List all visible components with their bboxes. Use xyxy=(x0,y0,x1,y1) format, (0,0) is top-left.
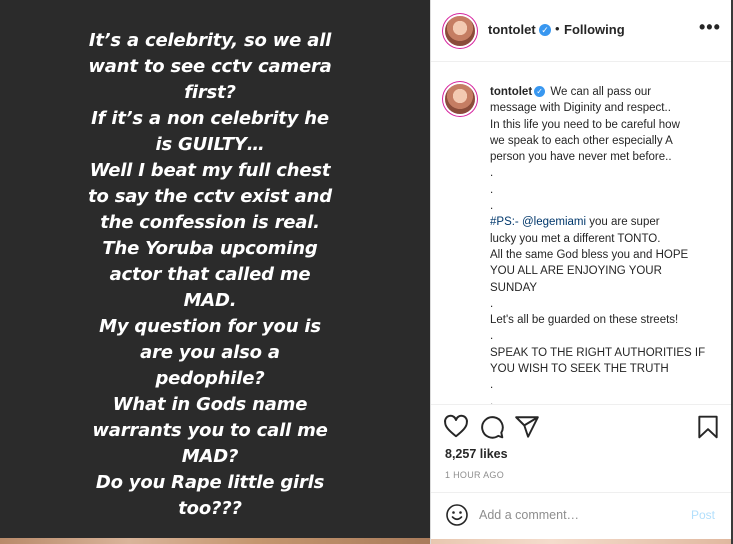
caption-line: we speak to each other especially A xyxy=(490,134,673,147)
story-line: too??? xyxy=(178,498,242,519)
heart-icon[interactable] xyxy=(443,414,469,440)
caption-line: . xyxy=(490,330,494,343)
story-line: The Yoruba upcoming xyxy=(102,238,318,259)
post-button[interactable]: Post xyxy=(691,508,715,522)
share-icon[interactable] xyxy=(514,414,540,440)
story-line: the confession is real. xyxy=(100,212,320,233)
story-line: What in Gods name xyxy=(112,394,308,415)
caption-line: . xyxy=(490,297,494,310)
post-caption: tontolet ✓ We can all pass our message wi… xyxy=(490,84,722,410)
story-line: to say the cctv exist and xyxy=(88,186,332,207)
emoji-icon[interactable] xyxy=(445,503,469,527)
story-line: is GUILTY… xyxy=(155,134,265,155)
avatar[interactable] xyxy=(445,16,475,46)
caption-line: lucky you met a different TONTO. xyxy=(490,232,661,245)
story-text: It’s a celebrity, so we all want to see c… xyxy=(0,28,420,522)
story-line: are you also a xyxy=(140,342,280,363)
story-line: want to see cctv camera xyxy=(88,56,332,77)
story-line: pedophile? xyxy=(155,368,265,389)
caption-line: SPEAK TO THE RIGHT AUTHORITIES IF xyxy=(490,346,706,359)
story-line: It’s a celebrity, so we all xyxy=(88,30,332,51)
story-line: If it’s a non celebrity he xyxy=(91,108,329,129)
story-line: MAD? xyxy=(181,446,239,467)
story-line: actor that called me xyxy=(109,264,311,285)
header-username[interactable]: tontolet xyxy=(488,22,536,37)
caption-line: . xyxy=(490,395,494,408)
caption-line: person you have never met before.. xyxy=(490,151,672,164)
caption-line: YOU WISH TO SEEK THE TRUTH xyxy=(490,363,669,376)
post-timestamp[interactable]: 1 HOUR AGO xyxy=(445,470,504,480)
following-button[interactable]: Following xyxy=(564,22,625,37)
actions-divider xyxy=(431,404,731,405)
story-line: MAD. xyxy=(183,290,237,311)
caption-line: message with Diginity and respect.. xyxy=(490,102,671,115)
post-panel: tontolet ✓ • Following ••• tontolet ✓ We … xyxy=(430,0,731,544)
comment-divider xyxy=(431,492,731,493)
comment-input[interactable] xyxy=(479,506,679,524)
bookmark-icon[interactable] xyxy=(695,414,721,440)
story-image: It’s a celebrity, so we all want to see c… xyxy=(0,0,430,544)
panel-bottom-strip xyxy=(431,539,731,544)
comment-icon[interactable] xyxy=(479,414,505,440)
caption-line: In this life you need to be careful how xyxy=(490,118,680,131)
story-line: Do you Rape little girls xyxy=(95,472,325,493)
story-line: Well I beat my full chest xyxy=(89,160,331,181)
hashtag-ps[interactable]: #PS:- xyxy=(490,216,522,228)
story-line: My question for you is xyxy=(99,316,321,337)
likes-count[interactable]: 8,257 likes xyxy=(445,447,508,461)
caption-line: SUNDAY xyxy=(490,281,538,294)
caption-line: . xyxy=(490,200,494,213)
caption-line: . xyxy=(490,379,494,392)
header-separator: • xyxy=(555,21,560,36)
caption-verified-icon: ✓ xyxy=(534,86,546,98)
caption-username[interactable]: tontolet xyxy=(490,86,532,98)
caption-line: YOU ALL ARE ENJOYING YOUR xyxy=(490,265,662,278)
caption-line: Let's all be guarded on these streets! xyxy=(490,314,679,327)
more-options-icon[interactable]: ••• xyxy=(699,17,721,38)
caption-lines: message with Diginity and respect.. In th… xyxy=(490,100,722,214)
story-line: warrants you to call me xyxy=(92,420,328,441)
header-divider xyxy=(431,61,731,62)
story-bottom-strip xyxy=(0,538,430,544)
mention-link[interactable]: @legemiami xyxy=(522,216,586,228)
story-line: first? xyxy=(184,82,236,103)
caption-line: . xyxy=(490,183,494,196)
caption-lines: lucky you met a different TONTO. All the … xyxy=(490,231,722,410)
caption-line: . xyxy=(490,167,494,180)
caption-avatar[interactable] xyxy=(445,84,475,114)
caption-text: you are super xyxy=(586,216,660,229)
caption-line: All the same God bless you and HOPE xyxy=(490,248,689,261)
verified-icon: ✓ xyxy=(539,24,551,36)
caption-text: We can all pass our xyxy=(550,86,652,98)
